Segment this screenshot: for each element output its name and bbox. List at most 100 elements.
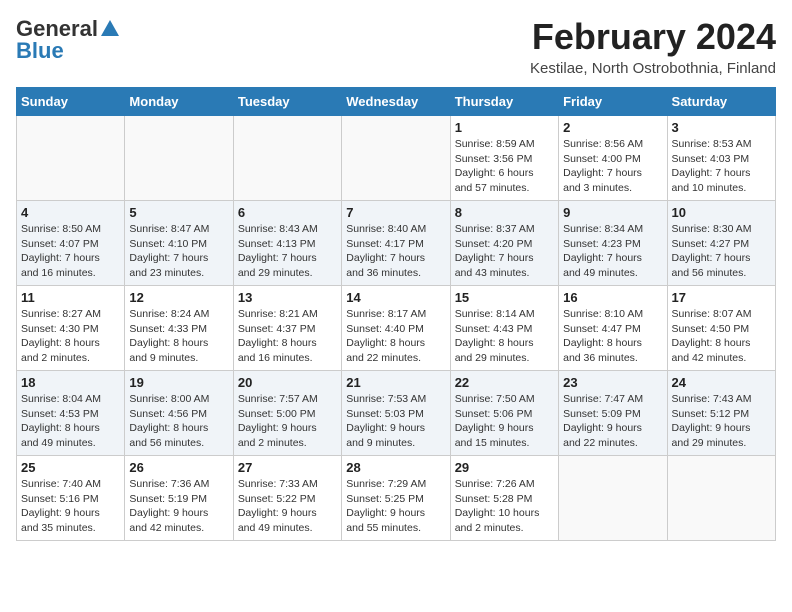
calendar-cell: 24 Sunrise: 7:43 AM Sunset: 5:12 PM Dayli…	[667, 371, 775, 456]
day-info: Sunrise: 7:43 AM Sunset: 5:12 PM Dayligh…	[672, 392, 771, 451]
day-number: 15	[455, 290, 554, 305]
day-info: Sunrise: 7:53 AM Sunset: 5:03 PM Dayligh…	[346, 392, 445, 451]
day-number: 21	[346, 375, 445, 390]
day-number: 7	[346, 205, 445, 220]
calendar-cell: 20 Sunrise: 7:57 AM Sunset: 5:00 PM Dayli…	[233, 371, 341, 456]
calendar-week-row: 25Sunrise: 7:40 AM Sunset: 5:16 PM Dayli…	[17, 456, 776, 541]
day-info: Sunrise: 8:00 AM Sunset: 4:56 PM Dayligh…	[129, 392, 228, 451]
day-number: 14	[346, 290, 445, 305]
calendar-cell: 22Sunrise: 7:50 AM Sunset: 5:06 PM Dayli…	[450, 371, 558, 456]
day-number: 28	[346, 460, 445, 475]
day-number: 17	[672, 290, 771, 305]
calendar-cell: 4 Sunrise: 8:50 AM Sunset: 4:07 PM Daylig…	[17, 201, 125, 286]
col-header-sunday: Sunday	[17, 88, 125, 116]
calendar-cell: 5 Sunrise: 8:47 AM Sunset: 4:10 PM Daylig…	[125, 201, 233, 286]
day-info: Sunrise: 8:40 AM Sunset: 4:17 PM Dayligh…	[346, 222, 445, 281]
calendar-week-row: 1 Sunrise: 8:59 AM Sunset: 3:56 PM Daylig…	[17, 116, 776, 201]
col-header-thursday: Thursday	[450, 88, 558, 116]
day-info: Sunrise: 8:43 AM Sunset: 4:13 PM Dayligh…	[238, 222, 337, 281]
day-number: 5	[129, 205, 228, 220]
day-number: 19	[129, 375, 228, 390]
calendar-cell: 19 Sunrise: 8:00 AM Sunset: 4:56 PM Dayli…	[125, 371, 233, 456]
col-header-saturday: Saturday	[667, 88, 775, 116]
calendar-cell: 18 Sunrise: 8:04 AM Sunset: 4:53 PM Dayli…	[17, 371, 125, 456]
day-info: Sunrise: 8:53 AM Sunset: 4:03 PM Dayligh…	[672, 137, 771, 196]
calendar-cell: 3 Sunrise: 8:53 AM Sunset: 4:03 PM Daylig…	[667, 116, 775, 201]
day-info: Sunrise: 8:14 AM Sunset: 4:43 PM Dayligh…	[455, 307, 554, 366]
calendar-cell: 10 Sunrise: 8:30 AM Sunset: 4:27 PM Dayli…	[667, 201, 775, 286]
col-header-wednesday: Wednesday	[342, 88, 450, 116]
calendar-cell: 28 Sunrise: 7:29 AM Sunset: 5:25 PM Dayli…	[342, 456, 450, 541]
day-info: Sunrise: 8:34 AM Sunset: 4:23 PM Dayligh…	[563, 222, 662, 281]
logo-blue-text: Blue	[16, 38, 64, 64]
day-info: Sunrise: 8:37 AM Sunset: 4:20 PM Dayligh…	[455, 222, 554, 281]
month-year: February 2024	[530, 16, 776, 58]
calendar-cell	[667, 456, 775, 541]
calendar-cell: 15 Sunrise: 8:14 AM Sunset: 4:43 PM Dayli…	[450, 286, 558, 371]
day-number: 11	[21, 290, 120, 305]
calendar-cell: 9 Sunrise: 8:34 AM Sunset: 4:23 PM Daylig…	[559, 201, 667, 286]
day-number: 20	[238, 375, 337, 390]
calendar-cell	[125, 116, 233, 201]
calendar-cell	[233, 116, 341, 201]
day-number: 3	[672, 120, 771, 135]
day-info: Sunrise: 8:04 AM Sunset: 4:53 PM Dayligh…	[21, 392, 120, 451]
day-info: Sunrise: 8:24 AM Sunset: 4:33 PM Dayligh…	[129, 307, 228, 366]
calendar-header-row: SundayMondayTuesdayWednesdayThursdayFrid…	[17, 88, 776, 116]
day-number: 12	[129, 290, 228, 305]
day-number: 4	[21, 205, 120, 220]
day-number: 29	[455, 460, 554, 475]
col-header-tuesday: Tuesday	[233, 88, 341, 116]
day-number: 9	[563, 205, 662, 220]
day-number: 16	[563, 290, 662, 305]
day-info: Sunrise: 8:21 AM Sunset: 4:37 PM Dayligh…	[238, 307, 337, 366]
calendar-week-row: 4 Sunrise: 8:50 AM Sunset: 4:07 PM Daylig…	[17, 201, 776, 286]
day-info: Sunrise: 7:40 AM Sunset: 5:16 PM Dayligh…	[21, 477, 120, 536]
calendar-cell: 12 Sunrise: 8:24 AM Sunset: 4:33 PM Dayli…	[125, 286, 233, 371]
calendar-cell: 25Sunrise: 7:40 AM Sunset: 5:16 PM Dayli…	[17, 456, 125, 541]
logo: General Blue	[16, 16, 122, 64]
day-number: 27	[238, 460, 337, 475]
day-info: Sunrise: 8:07 AM Sunset: 4:50 PM Dayligh…	[672, 307, 771, 366]
day-info: Sunrise: 8:10 AM Sunset: 4:47 PM Dayligh…	[563, 307, 662, 366]
day-info: Sunrise: 7:47 AM Sunset: 5:09 PM Dayligh…	[563, 392, 662, 451]
calendar-cell: 7 Sunrise: 8:40 AM Sunset: 4:17 PM Daylig…	[342, 201, 450, 286]
calendar: SundayMondayTuesdayWednesdayThursdayFrid…	[16, 87, 776, 541]
day-number: 6	[238, 205, 337, 220]
calendar-cell: 13 Sunrise: 8:21 AM Sunset: 4:37 PM Dayli…	[233, 286, 341, 371]
calendar-cell: 23 Sunrise: 7:47 AM Sunset: 5:09 PM Dayli…	[559, 371, 667, 456]
day-info: Sunrise: 7:57 AM Sunset: 5:00 PM Dayligh…	[238, 392, 337, 451]
calendar-cell: 17 Sunrise: 8:07 AM Sunset: 4:50 PM Dayli…	[667, 286, 775, 371]
day-info: Sunrise: 7:50 AM Sunset: 5:06 PM Dayligh…	[455, 392, 554, 451]
day-number: 13	[238, 290, 337, 305]
day-info: Sunrise: 8:47 AM Sunset: 4:10 PM Dayligh…	[129, 222, 228, 281]
header: General Blue February 2024 Kestilae, Nor…	[16, 16, 776, 77]
title-area: February 2024 Kestilae, North Ostrobothn…	[530, 16, 776, 77]
calendar-cell: 21 Sunrise: 7:53 AM Sunset: 5:03 PM Dayli…	[342, 371, 450, 456]
day-number: 10	[672, 205, 771, 220]
day-number: 24	[672, 375, 771, 390]
calendar-cell: 8Sunrise: 8:37 AM Sunset: 4:20 PM Daylig…	[450, 201, 558, 286]
day-number: 23	[563, 375, 662, 390]
day-number: 26	[129, 460, 228, 475]
calendar-cell: 27Sunrise: 7:33 AM Sunset: 5:22 PM Dayli…	[233, 456, 341, 541]
location: Kestilae, North Ostrobothnia, Finland	[530, 60, 776, 77]
calendar-cell: 16 Sunrise: 8:10 AM Sunset: 4:47 PM Dayli…	[559, 286, 667, 371]
day-info: Sunrise: 7:36 AM Sunset: 5:19 PM Dayligh…	[129, 477, 228, 536]
day-number: 2	[563, 120, 662, 135]
day-number: 1	[455, 120, 554, 135]
day-number: 18	[21, 375, 120, 390]
calendar-week-row: 11 Sunrise: 8:27 AM Sunset: 4:30 PM Dayli…	[17, 286, 776, 371]
day-info: Sunrise: 8:50 AM Sunset: 4:07 PM Dayligh…	[21, 222, 120, 281]
day-info: Sunrise: 8:59 AM Sunset: 3:56 PM Dayligh…	[455, 137, 554, 196]
calendar-cell: 11 Sunrise: 8:27 AM Sunset: 4:30 PM Dayli…	[17, 286, 125, 371]
calendar-week-row: 18 Sunrise: 8:04 AM Sunset: 4:53 PM Dayli…	[17, 371, 776, 456]
day-info: Sunrise: 7:29 AM Sunset: 5:25 PM Dayligh…	[346, 477, 445, 536]
day-info: Sunrise: 8:27 AM Sunset: 4:30 PM Dayligh…	[21, 307, 120, 366]
calendar-cell	[17, 116, 125, 201]
logo-icon	[99, 18, 121, 40]
calendar-cell: 29 Sunrise: 7:26 AM Sunset: 5:28 PM Dayli…	[450, 456, 558, 541]
day-info: Sunrise: 8:30 AM Sunset: 4:27 PM Dayligh…	[672, 222, 771, 281]
calendar-cell	[342, 116, 450, 201]
day-info: Sunrise: 7:26 AM Sunset: 5:28 PM Dayligh…	[455, 477, 554, 536]
